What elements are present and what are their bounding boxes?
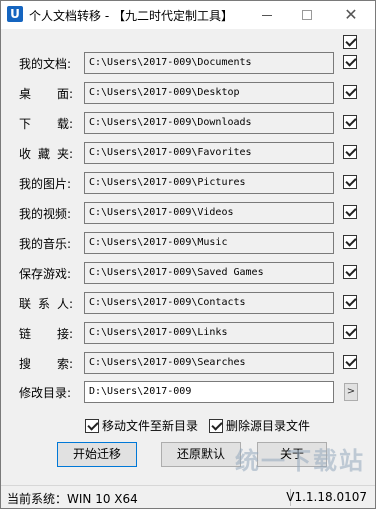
move-files-option[interactable]: 移动文件至新目录 <box>85 417 198 434</box>
folder-row: 链 接: C:\Users\2017-009\Links <box>1 322 375 344</box>
move-files-label: 移动文件至新目录 <box>102 419 199 433</box>
folder-label-char: 夹: <box>56 147 73 161</box>
folder-path-field[interactable]: C:\Users\2017-009\Saved Games <box>84 262 334 284</box>
folder-checkbox[interactable] <box>343 175 357 189</box>
about-button[interactable]: 关于 <box>257 442 327 467</box>
folder-label: 链 接: <box>19 325 73 342</box>
folder-label: 搜 索: <box>19 355 73 372</box>
app-icon: U <box>7 6 23 22</box>
folder-label-char: 桌 <box>19 87 32 101</box>
delete-source-label: 删除源目录文件 <box>226 419 311 433</box>
folder-label-char: 索: <box>56 357 73 371</box>
folder-path-field[interactable]: C:\Users\2017-009\Searches <box>84 352 334 374</box>
restore-default-button[interactable]: 还原默认 <box>161 442 241 467</box>
folder-checkbox[interactable] <box>343 115 357 129</box>
select-all-checkbox[interactable] <box>343 35 357 49</box>
folder-checkbox[interactable] <box>343 355 357 369</box>
folder-checkbox[interactable] <box>343 205 357 219</box>
folder-row: 搜 索: C:\Users\2017-009\Searches <box>1 352 375 374</box>
folder-path-field[interactable]: C:\Users\2017-009\Music <box>84 232 334 254</box>
folder-label-char: 链 <box>19 327 32 341</box>
start-migration-button[interactable]: 开始迁移 <box>57 442 137 467</box>
folder-label-char: 收 <box>19 147 32 161</box>
folder-checkbox[interactable] <box>343 265 357 279</box>
title-bar[interactable]: U 个人文档转移 - 【九二时代定制工具】 ✕ <box>1 1 375 29</box>
folder-path-field[interactable]: C:\Users\2017-009\Contacts <box>84 292 334 314</box>
close-icon: ✕ <box>344 5 358 24</box>
folder-label-char: 联 <box>19 297 32 311</box>
folder-checkbox[interactable] <box>343 295 357 309</box>
folder-label-char: 人: <box>56 297 73 311</box>
move-files-checkbox[interactable] <box>85 418 99 433</box>
close-button[interactable]: ✕ <box>331 1 371 29</box>
folder-label-char: 下 <box>19 117 32 131</box>
delete-source-checkbox[interactable] <box>209 418 223 433</box>
folder-label: 我的图片: <box>19 177 72 191</box>
folder-checkbox[interactable] <box>343 55 357 69</box>
folder-label: 保存游戏: <box>19 267 72 281</box>
browse-button[interactable]: > <box>344 383 358 401</box>
folder-path-field[interactable]: C:\Users\2017-009\Downloads <box>84 112 334 134</box>
folder-path-field[interactable]: C:\Users\2017-009\Links <box>84 322 334 344</box>
delete-source-option[interactable]: 删除源目录文件 <box>209 417 310 434</box>
folder-label-char: 藏 <box>37 147 50 161</box>
folder-row: 我的文档: C:\Users\2017-009\Documents <box>1 52 375 74</box>
folder-label: 收藏夹: <box>19 145 73 162</box>
target-dir-row: 修改目录: D:\Users\2017-009 > <box>1 381 375 403</box>
folder-row: 我的图片: C:\Users\2017-009\Pictures <box>1 172 375 194</box>
folder-label: 我的视频: <box>19 207 72 221</box>
app-window: U 个人文档转移 - 【九二时代定制工具】 ✕ 我的文档: C:\Users\20… <box>0 0 376 509</box>
folder-checkbox[interactable] <box>343 145 357 159</box>
folder-label: 联系人: <box>19 295 73 312</box>
folder-path-field[interactable]: C:\Users\2017-009\Documents <box>84 52 334 74</box>
folder-label: 我的文档: <box>19 57 72 71</box>
folder-label-char: 面: <box>56 87 73 101</box>
folder-row: 联系人: C:\Users\2017-009\Contacts <box>1 292 375 314</box>
folder-row: 下 载: C:\Users\2017-009\Downloads <box>1 112 375 134</box>
folder-label: 桌 面: <box>19 85 73 102</box>
maximize-icon <box>302 10 312 20</box>
maximize-button[interactable] <box>287 1 327 29</box>
folder-checkbox[interactable] <box>343 325 357 339</box>
folder-path-field[interactable]: C:\Users\2017-009\Desktop <box>84 82 334 104</box>
folder-label-char: 接: <box>56 327 73 341</box>
folder-row: 我的音乐: C:\Users\2017-009\Music <box>1 232 375 254</box>
target-dir-label: 修改目录: <box>19 386 72 400</box>
window-title: 个人文档转移 - 【九二时代定制工具】 <box>29 9 233 23</box>
folder-path-field[interactable]: C:\Users\2017-009\Favorites <box>84 142 334 164</box>
folder-label-char: 搜 <box>19 357 32 371</box>
target-dir-input[interactable]: D:\Users\2017-009 <box>84 381 334 403</box>
folder-label: 我的音乐: <box>19 237 72 251</box>
folder-row: 收藏夹: C:\Users\2017-009\Favorites <box>1 142 375 164</box>
folder-checkbox[interactable] <box>343 85 357 99</box>
folder-path-field[interactable]: C:\Users\2017-009\Videos <box>84 202 334 224</box>
folder-label: 下 载: <box>19 115 73 132</box>
folder-label-char: 系 <box>37 297 50 311</box>
minimize-button[interactable] <box>247 1 287 29</box>
folder-row: 桌 面: C:\Users\2017-009\Desktop <box>1 82 375 104</box>
folder-label-char: 载: <box>56 117 73 131</box>
folder-row: 保存游戏: C:\Users\2017-009\Saved Games <box>1 262 375 284</box>
status-bar: 当前系统：WIN 10 X64 V1.1.18.0107 <box>1 485 375 508</box>
minimize-icon <box>262 14 272 16</box>
system-info: 当前系统：WIN 10 X64 <box>7 492 138 506</box>
folder-row: 我的视频: C:\Users\2017-009\Videos <box>1 202 375 224</box>
version-label: V1.1.18.0107 <box>286 490 367 504</box>
folder-path-field[interactable]: C:\Users\2017-009\Pictures <box>84 172 334 194</box>
folder-checkbox[interactable] <box>343 235 357 249</box>
